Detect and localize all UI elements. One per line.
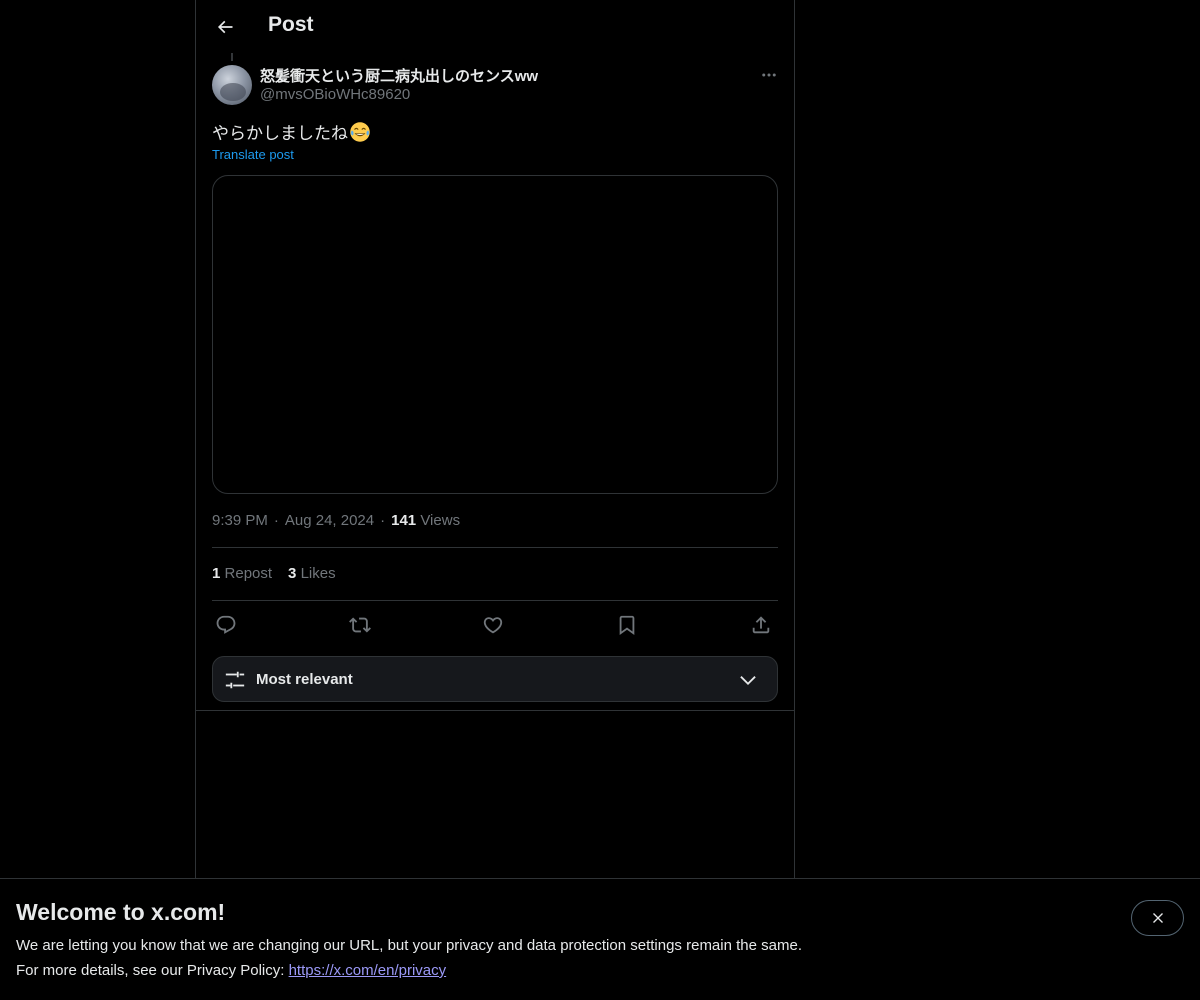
reposts-count: 1 — [212, 565, 221, 582]
author-display-name[interactable]: 怒髪衝天という厨二病丸出しのセンスww — [260, 65, 538, 86]
banner-privacy-line: For more details, see our Privacy Policy… — [16, 962, 446, 979]
banner-title: Welcome to x.com! — [16, 899, 226, 925]
reposts-stat[interactable]: 1 Repost — [212, 565, 272, 582]
more-dots-icon — [762, 73, 776, 77]
post-date[interactable]: Aug 24, 2024 — [285, 512, 374, 529]
thread-connector-line — [231, 53, 233, 61]
page-title: Post — [268, 13, 314, 36]
privacy-policy-link[interactable]: https://x.com/en/privacy — [289, 962, 447, 979]
meta-separator: · — [273, 512, 279, 529]
post-text: やらかしましたね — [212, 119, 371, 144]
views-count: 141 — [391, 512, 417, 529]
divider — [212, 547, 778, 548]
back-button[interactable] — [208, 10, 242, 44]
tears-of-joy-emoji-icon — [350, 122, 370, 142]
post-stats: 1 Repost 3 Likes — [212, 565, 352, 582]
post-time[interactable]: 9:39 PM — [212, 512, 268, 529]
post-actions — [212, 612, 778, 640]
share-icon — [752, 616, 770, 634]
bookmark-icon — [619, 615, 635, 636]
post-meta: 9:39 PM · Aug 24, 2024 · 141 Views — [212, 512, 460, 529]
arrow-left-icon — [217, 20, 233, 34]
divider — [196, 710, 794, 711]
likes-count: 3 — [288, 565, 297, 582]
author-avatar[interactable] — [212, 65, 252, 105]
reply-sort-dropdown[interactable]: Most relevant — [212, 656, 778, 702]
sliders-icon — [225, 671, 245, 689]
like-button[interactable] — [480, 612, 506, 638]
repost-icon — [349, 617, 371, 633]
views-label: Views — [420, 512, 461, 529]
banner-privacy-prefix: For more details, see our Privacy Policy… — [16, 962, 289, 979]
chevron-down-icon — [740, 676, 756, 686]
share-button[interactable] — [748, 612, 774, 638]
bookmark-button[interactable] — [614, 612, 640, 638]
sort-label: Most relevant — [256, 671, 353, 688]
likes-stat[interactable]: 3 Likes — [288, 565, 336, 582]
page-header: Post — [196, 0, 794, 53]
more-options-button[interactable] — [756, 64, 782, 86]
post-media[interactable] — [212, 175, 778, 494]
close-icon — [1152, 913, 1163, 923]
primary-column: Post 怒髪衝天という厨二病丸出しのセンスww @mvsOBioWHc8962… — [195, 0, 795, 880]
repost-button[interactable] — [347, 612, 373, 638]
banner-message: We are letting you know that we are chan… — [16, 937, 802, 954]
url-change-banner: Welcome to x.com! We are letting you kno… — [0, 878, 1200, 1000]
divider — [212, 600, 778, 601]
likes-label: Likes — [300, 565, 336, 582]
reposts-label: Repost — [224, 565, 273, 582]
meta-separator: · — [380, 512, 386, 529]
heart-icon — [483, 617, 503, 634]
translate-post-link[interactable]: Translate post — [212, 147, 294, 162]
post-text-content: やらかしましたね — [212, 124, 348, 143]
reply-button[interactable] — [213, 612, 239, 638]
reply-icon — [216, 615, 236, 634]
close-banner-button[interactable] — [1131, 900, 1184, 936]
author-handle[interactable]: @mvsOBioWHc89620 — [260, 86, 410, 103]
